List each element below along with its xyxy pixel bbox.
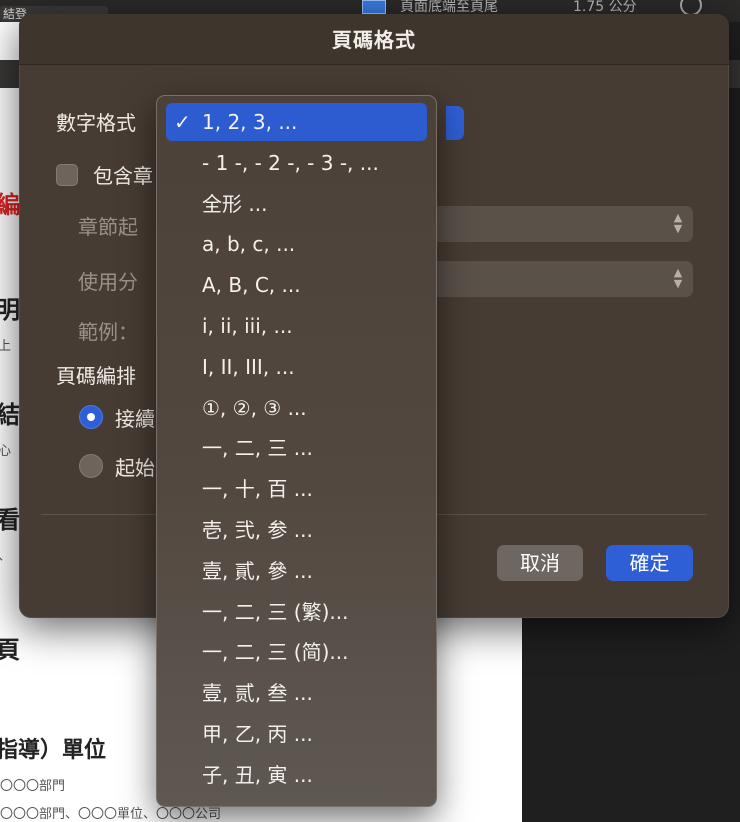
start-at-label: 起始 xyxy=(115,456,155,480)
menu-item-format[interactable]: 一, 二, 三 (简)... xyxy=(166,633,427,671)
doc-fragment: 結 xyxy=(0,401,20,429)
doc-fragment: 編 xyxy=(0,191,20,219)
doc-fragment: 心 xyxy=(0,444,12,459)
menu-item-format[interactable]: 壱, 弐, 参 ... xyxy=(166,511,427,549)
menu-item-format[interactable]: 壹, 貳, 參 ... xyxy=(166,552,427,590)
margin-icon xyxy=(362,0,386,14)
menu-item-label: 1, 2, 3, ... xyxy=(202,110,298,134)
page-numbering-label: 頁碼編排 xyxy=(56,364,136,388)
menu-item-label: I, II, III, ... xyxy=(202,354,295,379)
number-format-menu: ✓ 1, 2, 3, ... - 1 -, - 2 -, - 3 -, ... 全形 … xyxy=(156,95,437,807)
ok-button[interactable]: 確定 xyxy=(606,545,693,581)
cancel-button[interactable]: 取消 xyxy=(497,545,583,581)
doc-fragment: 、 xyxy=(0,545,11,564)
chapter-style-select[interactable]: ▲ ▼ xyxy=(419,206,693,242)
chapter-start-label: 章節起 xyxy=(78,215,138,239)
dialog-title: 頁碼格式 xyxy=(332,28,416,52)
separator-select[interactable]: ▲ ▼ xyxy=(419,261,693,297)
menu-item-format[interactable]: ✓ 1, 2, 3, ... xyxy=(166,103,427,141)
number-format-select[interactable] xyxy=(446,106,464,140)
continue-radio[interactable] xyxy=(79,405,103,429)
menu-item-format[interactable]: 壹, 贰, 叁 ... xyxy=(166,674,427,712)
menu-item-format[interactable]: ①, ②, ③ ... xyxy=(166,389,427,427)
menu-item-label: 一, 二, 三 (简)... xyxy=(202,640,349,665)
dialog-header: 頁碼格式 xyxy=(19,14,729,65)
menu-item-format[interactable]: 一, 二, 三 ... xyxy=(166,429,427,467)
menu-item-format[interactable]: A, B, C, ... xyxy=(166,266,427,304)
menu-item-label: 全形 ... xyxy=(202,191,268,216)
menu-item-label: 一, 二, 三 ... xyxy=(202,436,313,461)
menu-item-format[interactable]: 一, 二, 三 (繁)... xyxy=(166,593,427,631)
menu-item-label: A, B, C, ... xyxy=(202,273,301,298)
doc-fragment: 頁 xyxy=(0,636,20,664)
menu-item-format[interactable]: - 1 -, - 2 -, - 3 -, ... xyxy=(166,144,427,182)
margin-label: 頁面底端至頁尾 xyxy=(400,0,498,14)
doc-fragment: 看 xyxy=(0,506,20,534)
doc-heading: 指導）單位 xyxy=(0,738,107,763)
chevron-updown-icon: ▲ ▼ xyxy=(673,211,683,235)
example-label: 範例： xyxy=(78,320,138,344)
include-chapter-label: 包含章 xyxy=(93,164,153,188)
menu-item-label: 子, 丑, 寅 ... xyxy=(202,762,313,787)
include-chapter-checkbox[interactable] xyxy=(56,164,78,186)
menu-item-label: 甲, 乙, 丙 ... xyxy=(202,722,313,746)
menu-item-label: a, b, c, ... xyxy=(202,232,296,257)
menu-item-label: 壱, 弐, 参 ... xyxy=(202,518,313,542)
chevron-updown-icon: ▲ ▼ xyxy=(673,266,683,290)
menu-item-label: 一, 十, 百 ... xyxy=(202,477,313,502)
start-at-radio[interactable] xyxy=(79,454,103,478)
menu-item-format[interactable]: 子, 丑, 寅 ... xyxy=(166,756,427,794)
checkmark-icon: ✓ xyxy=(174,110,191,134)
menu-item-label: 一, 二, 三 (繁)... xyxy=(202,599,349,624)
menu-item-label: ①, ②, ③ ... xyxy=(202,395,307,420)
number-format-label: 數字格式 xyxy=(56,111,136,135)
continue-label: 接續 xyxy=(115,407,155,431)
doc-fragment: 明 xyxy=(0,296,20,324)
menu-item-format[interactable]: a, b, c, ... xyxy=(166,225,427,263)
menu-item-label: - 1 -, - 2 -, - 3 -, ... xyxy=(202,150,379,175)
doc-fragment: 上 xyxy=(0,339,12,354)
use-separator-label: 使用分 xyxy=(78,270,138,294)
menu-item-label: i, ii, iii, ... xyxy=(202,314,293,338)
menu-item-label: 壹, 贰, 叁 ... xyxy=(202,681,313,706)
menu-item-format[interactable]: I, II, III, ... xyxy=(166,348,427,386)
menu-item-format[interactable]: 甲, 乙, 丙 ... xyxy=(166,715,427,753)
menu-item-format[interactable]: 一, 十, 百 ... xyxy=(166,470,427,508)
menu-item-format[interactable]: 全形 ... xyxy=(166,185,427,223)
menu-item-format[interactable]: i, ii, iii, ... xyxy=(166,307,427,345)
menu-item-label: 壹, 貳, 參 ... xyxy=(202,558,313,583)
margin-value: 1.75 公分 xyxy=(573,0,637,14)
doc-line: 〇〇〇部門 xyxy=(0,779,66,794)
